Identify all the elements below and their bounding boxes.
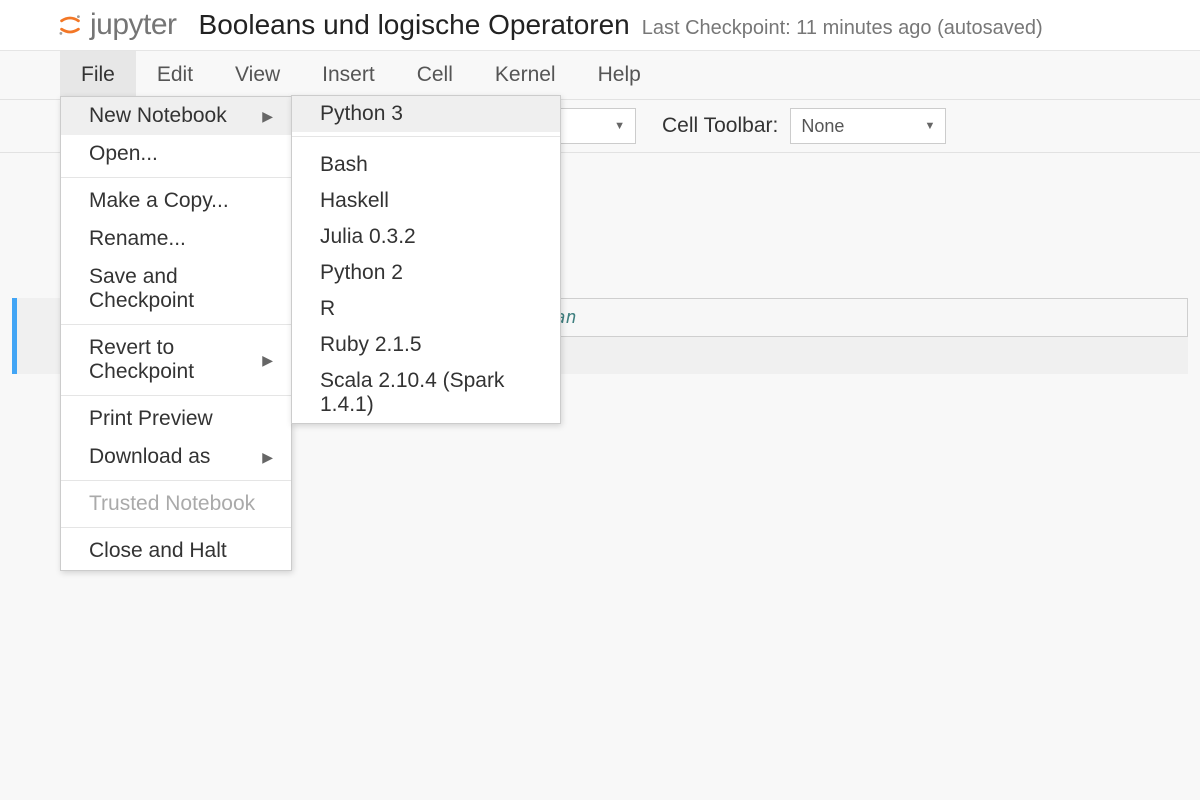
kernel-option-ruby-2-1-5[interactable]: Ruby 2.1.5 — [292, 327, 560, 363]
file-menu-download-as[interactable]: Download as ▶ — [61, 438, 291, 476]
cell-toolbar-label: Cell Toolbar: — [662, 114, 778, 138]
file-menu-trusted-notebook: Trusted Notebook — [61, 485, 291, 523]
notebook-header: jupyter Booleans und logische Operatoren… — [0, 0, 1200, 51]
kernel-option-bash[interactable]: Bash — [292, 147, 560, 183]
menu-separator — [61, 395, 291, 396]
file-menu-close-and-halt[interactable]: Close and Halt — [61, 532, 291, 570]
menu-separator — [61, 480, 291, 481]
menu-item-label: Save and Checkpoint — [89, 265, 273, 313]
menu-edit[interactable]: Edit — [136, 51, 214, 99]
menu-separator — [61, 527, 291, 528]
menu-cell[interactable]: Cell — [396, 51, 474, 99]
cell-toolbar-value: None — [801, 116, 844, 137]
kernel-option-python-2[interactable]: Python 2 — [292, 255, 560, 291]
kernel-option-scala-2-10-4-spark-1-4-1[interactable]: Scala 2.10.4 (Spark 1.4.1) — [292, 363, 560, 423]
kernel-option-julia-0-3-2[interactable]: Julia 0.3.2 — [292, 219, 560, 255]
menu-help[interactable]: Help — [577, 51, 662, 99]
menu-file[interactable]: File — [60, 51, 136, 99]
menu-item-label: Download as — [89, 445, 210, 469]
chevron-right-icon: ▶ — [262, 108, 273, 125]
kernel-option-haskell[interactable]: Haskell — [292, 183, 560, 219]
menu-item-label: Print Preview — [89, 407, 213, 431]
chevron-right-icon: ▶ — [262, 352, 273, 369]
file-menu-rename[interactable]: Rename... — [61, 220, 291, 258]
menu-item-label: Revert to Checkpoint — [89, 336, 262, 384]
kernel-option-python-3[interactable]: Python 3 — [292, 96, 560, 132]
notebook-title[interactable]: Booleans und logische Operatoren — [199, 9, 630, 41]
menu-item-label: Trusted Notebook — [89, 492, 255, 516]
jupyter-logo-icon — [56, 11, 84, 39]
file-menu-print-preview[interactable]: Print Preview — [61, 400, 291, 438]
title-area: Booleans und logische Operatoren Last Ch… — [199, 9, 1043, 41]
code-input[interactable]: 3 > 1 — [212, 482, 1188, 521]
jupyter-logo-text: jupyter — [90, 8, 177, 42]
menu-view[interactable]: View — [214, 51, 301, 99]
new-notebook-submenu: Python 3 BashHaskellJulia 0.3.2Python 2RR… — [291, 95, 561, 424]
menu-separator — [292, 136, 560, 137]
checkpoint-text: Last Checkpoint: 11 minutes ago (autosav… — [642, 17, 1043, 40]
file-menu-make-a-copy[interactable]: Make a Copy... — [61, 182, 291, 220]
chevron-right-icon: ▶ — [262, 449, 273, 466]
jupyter-logo[interactable]: jupyter — [56, 8, 177, 42]
file-menu-dropdown: New Notebook ▶ Open... Make a Copy... Rename… — [60, 96, 292, 571]
file-menu-save-and-checkpoint[interactable]: Save and Checkpoint — [61, 258, 291, 320]
menu-item-label: New Notebook — [89, 104, 227, 128]
file-menu-new-notebook[interactable]: New Notebook ▶ — [61, 97, 291, 135]
menu-item-label: Close and Halt — [89, 539, 227, 563]
kernel-option-r[interactable]: R — [292, 291, 560, 327]
menu-item-label: Open... — [89, 142, 158, 166]
menu-insert[interactable]: Insert — [301, 51, 396, 99]
menu-item-label: Rename... — [89, 227, 186, 251]
menu-item-label: Make a Copy... — [89, 189, 229, 213]
cell-toolbar-select[interactable]: None — [790, 108, 946, 144]
menu-kernel[interactable]: Kernel — [474, 51, 577, 99]
menu-separator — [61, 177, 291, 178]
file-menu-revert-to-checkpoint[interactable]: Revert to Checkpoint▶ — [61, 329, 291, 391]
file-menu-open[interactable]: Open... — [61, 135, 291, 173]
menubar: FileEditViewInsertCellKernelHelp — [0, 51, 1200, 100]
menu-separator — [61, 324, 291, 325]
